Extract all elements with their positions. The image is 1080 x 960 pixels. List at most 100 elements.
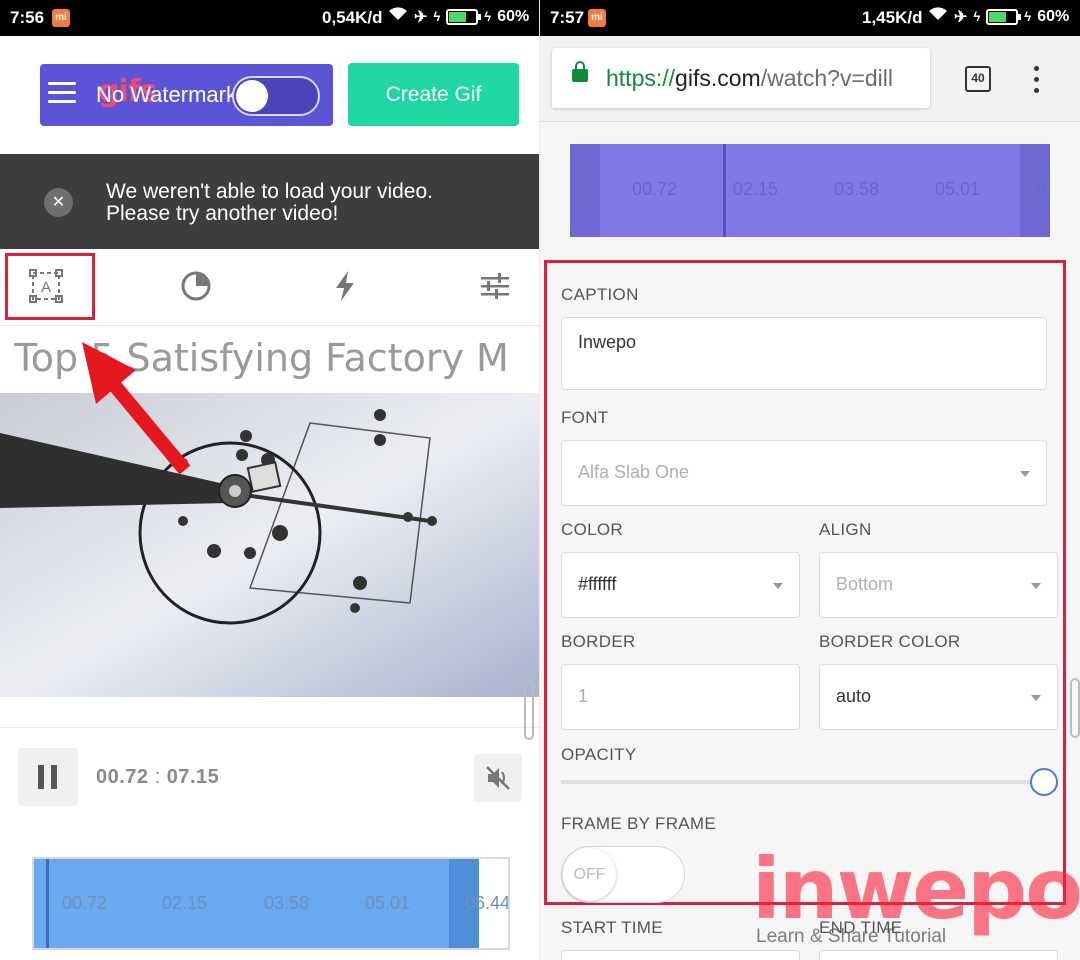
charging-icon: ϟ — [1024, 9, 1032, 24]
address-bar[interactable]: https://gifs.com/watch?v=dill — [552, 48, 930, 108]
status-time: 7:57 — [550, 8, 585, 27]
app-notification-icon: mi — [52, 9, 70, 27]
font-select[interactable]: Alfa Slab One — [561, 440, 1047, 506]
timeline-tick: 00.72 — [632, 179, 678, 199]
chevron-down-icon — [1031, 695, 1041, 701]
battery-percent: 60% — [1037, 7, 1070, 25]
border-color-label: BORDER COLOR — [819, 632, 961, 651]
caption-value: Inwepo — [578, 332, 637, 352]
border-color-value: auto — [836, 686, 872, 706]
browser-toolbar: https://gifs.com/watch?v=dill 40 — [540, 36, 1080, 122]
app-header: gifs No Watermark Create Gif — [0, 36, 540, 154]
current-time: 00.72 — [96, 766, 149, 788]
charging-icon: ϟ — [433, 9, 441, 24]
effects-tool-icon[interactable] — [328, 269, 362, 303]
airplane-icon: ✈ — [954, 8, 968, 26]
screenshot-root: 7:56 mi 0,54K/d ✈ ϟ ϟ 60% gifs No Waterm… — [0, 0, 1080, 960]
adjust-tool-icon[interactable] — [478, 269, 512, 303]
player-controls: 00.72 : 07.15 — [0, 727, 540, 827]
timeline-tick: 02.15 — [733, 179, 779, 199]
end-time-input[interactable] — [819, 950, 1058, 960]
end-time-label: END TIME — [819, 918, 903, 937]
overflow-menu-icon[interactable] — [1034, 66, 1040, 99]
lock-icon — [572, 61, 588, 82]
menu-icon[interactable] — [48, 82, 76, 109]
status-icons: ✈ ϟ ϟ 60% — [388, 6, 529, 27]
frame-by-frame-toggle[interactable]: OFF — [561, 846, 685, 903]
timecode: 00.72 : 07.15 — [96, 766, 219, 789]
font-label: FONT — [561, 408, 609, 427]
caption-input[interactable]: Inwepo — [561, 317, 1047, 390]
battery-percent: 60% — [497, 7, 530, 25]
close-icon[interactable]: ✕ — [44, 188, 73, 217]
timeline-playhead[interactable] — [723, 144, 726, 237]
timeline-tick: 00.72 — [62, 893, 108, 913]
timeline-tick: 0 — [1036, 179, 1047, 199]
network-speed: 1,45K/d — [862, 8, 923, 27]
crop-tool-icon[interactable] — [179, 269, 213, 303]
timeline-tick: 03.58 — [834, 179, 880, 199]
charging-icon: ϟ — [973, 9, 981, 24]
align-select[interactable]: Bottom — [819, 552, 1058, 618]
toggle-state: OFF — [563, 848, 616, 901]
timeline-tick: 06.44 — [465, 893, 510, 913]
status-time: 7:56 — [10, 8, 45, 27]
border-color-select[interactable]: auto — [819, 664, 1058, 730]
scroll-handle[interactable] — [524, 680, 534, 740]
opacity-slider-handle[interactable] — [1030, 768, 1058, 796]
pause-button[interactable] — [18, 748, 78, 806]
color-select[interactable]: #ffffff — [561, 552, 800, 618]
battery-icon — [446, 8, 482, 25]
battery-icon — [986, 8, 1022, 25]
timeline-tick: 02.15 — [162, 893, 208, 913]
font-value: Alfa Slab One — [578, 462, 690, 482]
frame-by-frame-label: FRAME BY FRAME — [561, 814, 717, 833]
start-time-input[interactable] — [561, 950, 800, 960]
opacity-slider-track[interactable] — [561, 780, 1047, 784]
no-watermark-button[interactable]: gifs No Watermark — [40, 64, 333, 126]
chevron-down-icon — [1031, 583, 1041, 589]
caption-tool-highlight — [5, 253, 95, 320]
status-bar: 7:56 mi 0,54K/d ✈ ϟ ϟ 60% — [0, 0, 540, 36]
trim-timeline[interactable]: 00.72 02.15 03.58 05.01 06.44 — [32, 857, 510, 950]
timeline-tick: 05.01 — [365, 893, 411, 913]
charging-icon: ϟ — [484, 9, 492, 24]
start-time-label: START TIME — [561, 918, 663, 937]
create-gif-button[interactable]: Create Gif — [348, 63, 519, 126]
arrow-annotation-icon — [82, 342, 191, 475]
url-path: /watch?v=dill — [760, 65, 894, 91]
error-banner: ✕ We weren't able to load your video. Pl… — [0, 154, 540, 249]
align-label: ALIGN — [819, 520, 872, 539]
error-line-2: Please try another video! — [106, 202, 339, 225]
color-label: COLOR — [561, 520, 623, 539]
wifi-icon — [928, 6, 948, 27]
time-separator: : — [154, 766, 161, 788]
chevron-down-icon — [1020, 471, 1030, 477]
right-screen: 7:57 mi 1,45K/d ✈ ϟ ϟ 60% https://gifs.c… — [540, 0, 1080, 960]
scroll-handle[interactable] — [1070, 678, 1080, 738]
no-watermark-label: No Watermark — [96, 82, 237, 107]
watermark-toggle[interactable] — [232, 76, 320, 116]
left-screen: 7:56 mi 0,54K/d ✈ ϟ ϟ 60% gifs No Waterm… — [0, 0, 540, 960]
wifi-icon — [388, 6, 408, 27]
opacity-label: OPACITY — [561, 745, 637, 764]
trim-timeline[interactable]: 00.72 02.15 03.58 05.01 0 — [570, 144, 1050, 237]
timeline-playhead[interactable] — [46, 859, 49, 948]
color-value: #ffffff — [578, 574, 617, 594]
url-host: gifs.com — [675, 65, 761, 91]
border-input[interactable]: 1 — [561, 664, 800, 730]
timeline-tick: 03.58 — [264, 893, 310, 913]
border-placeholder: 1 — [578, 686, 589, 706]
mute-icon — [486, 766, 510, 790]
border-label: BORDER — [561, 632, 636, 651]
timeline-start-handle[interactable] — [570, 144, 600, 237]
caption-label: CAPTION — [561, 285, 639, 304]
tab-switcher-button[interactable]: 40 — [965, 66, 991, 92]
total-time: 07.15 — [166, 766, 220, 788]
url-text[interactable]: https://gifs.com/watch?v=dill — [606, 65, 928, 92]
chevron-down-icon — [773, 583, 783, 589]
mute-button[interactable] — [474, 754, 522, 802]
status-bar: 7:57 mi 1,45K/d ✈ ϟ ϟ 60% — [540, 0, 1080, 36]
align-value: Bottom — [836, 574, 894, 594]
app-notification-icon: mi — [588, 9, 606, 27]
